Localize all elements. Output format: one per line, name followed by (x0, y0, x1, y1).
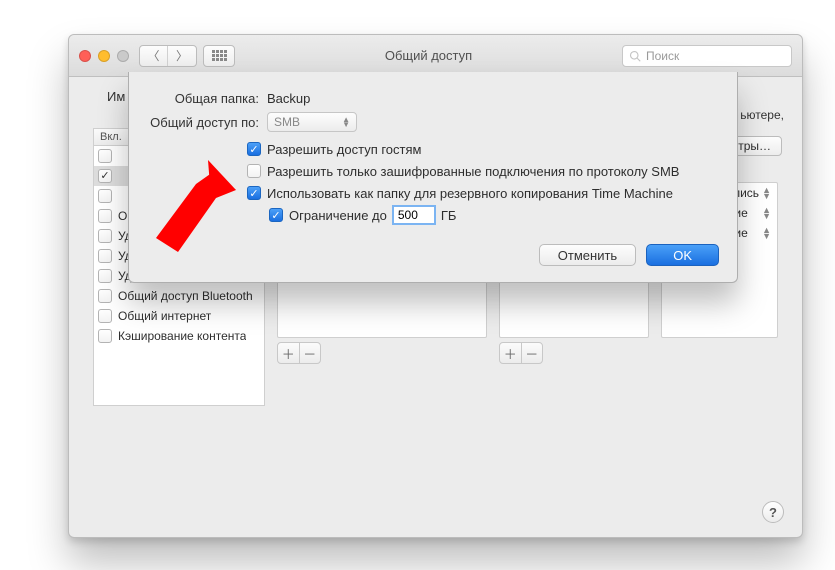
checkbox-on-icon[interactable] (247, 186, 261, 200)
opt-guest-label: Разрешить доступ гостям (267, 142, 421, 157)
service-label: Общий доступ Bluetooth (118, 289, 253, 303)
minus-icon[interactable]: － (522, 343, 543, 363)
nav-back-forward[interactable]: 〈 〉 (139, 45, 197, 67)
opt-guest[interactable]: Разрешить доступ гостям (247, 138, 719, 160)
checkbox-on-icon[interactable] (247, 142, 261, 156)
opt-smb-enc[interactable]: Разрешить только зашифрованные подключен… (247, 160, 719, 182)
checkbox-icon[interactable] (98, 189, 112, 203)
forward-icon[interactable]: 〉 (168, 46, 196, 66)
minus-icon[interactable]: － (300, 343, 321, 363)
folders-plusminus[interactable]: ＋ － (277, 342, 321, 364)
checkbox-icon[interactable] (98, 329, 112, 343)
sheet-access-label: Общий доступ по: (147, 115, 267, 130)
opt-size-limit[interactable]: Ограничение до ГБ (269, 204, 719, 226)
size-limit-field[interactable] (393, 206, 435, 224)
service-row[interactable]: Общий доступ Bluetooth (94, 286, 264, 306)
opt-time-machine-label: Использовать как папку для резервного ко… (267, 186, 673, 201)
service-label: Кэширование контента (118, 329, 246, 343)
checkbox-icon[interactable] (98, 229, 112, 243)
search-input[interactable]: Поиск (622, 45, 792, 67)
window-title: Общий доступ (235, 48, 622, 63)
checkbox-off-icon[interactable] (247, 164, 261, 178)
service-row[interactable]: Общий интернет (94, 306, 264, 326)
ok-button[interactable]: OK (646, 244, 719, 266)
search-icon (629, 50, 641, 62)
chevron-updown-icon[interactable]: ▲▼ (762, 227, 771, 239)
close-icon[interactable] (79, 50, 91, 62)
zoom-icon[interactable] (117, 50, 129, 62)
checkbox-on-icon[interactable] (269, 208, 283, 222)
plus-icon[interactable]: ＋ (278, 343, 300, 363)
cancel-button[interactable]: Отменить (539, 244, 636, 266)
search-placeholder: Поиск (646, 49, 679, 63)
opt-size-limit-label: Ограничение до (289, 208, 387, 223)
toolbar: 〈 〉 Общий доступ Поиск (69, 35, 802, 77)
opt-time-machine[interactable]: Использовать как папку для резервного ко… (247, 182, 719, 204)
folder-options-sheet: Общая папка: Backup Общий доступ по: SMB… (128, 72, 738, 283)
name-label: Им (107, 89, 125, 104)
users-plusminus[interactable]: ＋ － (499, 342, 543, 364)
checkbox-icon[interactable] (98, 249, 112, 263)
chevron-updown-icon[interactable]: ▲▼ (762, 187, 771, 199)
plus-icon[interactable]: ＋ (500, 343, 522, 363)
chevron-updown-icon[interactable]: ▲▼ (762, 207, 771, 219)
service-label: Общий интернет (118, 309, 211, 323)
sheet-access-value: SMB (274, 115, 300, 129)
size-limit-unit: ГБ (441, 208, 457, 223)
checkbox-icon[interactable] (98, 149, 112, 163)
checkbox-icon[interactable] (98, 169, 112, 183)
minimize-icon[interactable] (98, 50, 110, 62)
sheet-folder-label: Общая папка: (147, 91, 267, 106)
chevron-updown-icon: ▲▼ (342, 117, 350, 127)
traffic-lights (79, 50, 129, 62)
service-row[interactable]: Кэширование контента (94, 326, 264, 346)
sheet-access-select[interactable]: SMB ▲▼ (267, 112, 357, 132)
checkbox-icon[interactable] (98, 309, 112, 323)
help-button[interactable]: ? (762, 501, 784, 523)
opt-smb-enc-label: Разрешить только зашифрованные подключен… (267, 164, 679, 179)
sheet-options: Разрешить доступ гостям Разрешить только… (247, 138, 719, 226)
sheet-folder-value: Backup (267, 91, 310, 106)
checkbox-icon[interactable] (98, 269, 112, 283)
checkbox-icon[interactable] (98, 289, 112, 303)
back-icon[interactable]: 〈 (140, 46, 168, 66)
show-all-icon[interactable] (203, 45, 235, 67)
checkbox-icon[interactable] (98, 209, 112, 223)
